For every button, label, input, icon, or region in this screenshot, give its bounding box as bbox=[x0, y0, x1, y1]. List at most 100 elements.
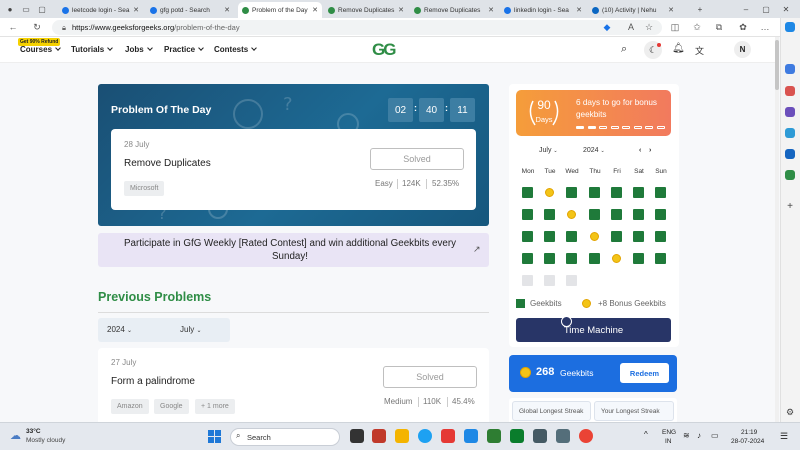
translate-icon[interactable]: 文 bbox=[695, 44, 704, 57]
close-tab-icon[interactable]: ✕ bbox=[488, 6, 494, 14]
wifi-icon[interactable]: ≋ bbox=[683, 431, 690, 440]
new-tab-icon[interactable]: + bbox=[694, 3, 706, 15]
scrollbar-thumb[interactable] bbox=[775, 40, 779, 90]
close-tab-icon[interactable]: ✕ bbox=[398, 6, 404, 14]
weather-cloud-icon[interactable]: ☁ bbox=[10, 429, 21, 442]
close-tab-icon[interactable]: ✕ bbox=[312, 6, 318, 14]
prev-month-icon[interactable]: ‹ bbox=[639, 147, 641, 154]
clock-time[interactable]: 21:19 bbox=[741, 429, 757, 436]
calendar-day-solved[interactable] bbox=[589, 253, 600, 264]
app-icon[interactable] bbox=[372, 429, 386, 443]
company-tag[interactable]: Google bbox=[154, 399, 189, 414]
redeem-button[interactable]: Redeem bbox=[620, 363, 669, 383]
calendar-day-bonus[interactable] bbox=[567, 210, 576, 219]
app-icon[interactable] bbox=[556, 429, 570, 443]
back-icon[interactable]: ← bbox=[6, 20, 20, 34]
nav-tutorials[interactable]: Tutorials bbox=[71, 45, 114, 54]
calendar-day-solved[interactable] bbox=[544, 231, 555, 242]
add-sidebar-icon[interactable]: + bbox=[785, 202, 795, 212]
office-icon[interactable] bbox=[785, 170, 795, 180]
url-field[interactable]: 🔒︎ https://www.geeksforgeeks.org/problem… bbox=[52, 20, 662, 35]
more-menu-icon[interactable]: … bbox=[758, 20, 772, 34]
workspaces-icon[interactable]: ▭ bbox=[20, 3, 32, 15]
solved-button[interactable]: Solved bbox=[383, 366, 477, 388]
app-icon[interactable] bbox=[533, 429, 547, 443]
battery-icon[interactable]: ▭ bbox=[711, 431, 719, 440]
calendar-year-select[interactable]: 2024 ⌄ bbox=[583, 147, 605, 154]
calendar-day-solved[interactable] bbox=[522, 253, 533, 264]
calendar-day-solved[interactable] bbox=[655, 253, 666, 264]
tools-icon[interactable] bbox=[785, 107, 795, 117]
calendar-day-bonus[interactable] bbox=[545, 188, 554, 197]
close-window-icon[interactable]: ✕ bbox=[780, 3, 792, 15]
calendar-day-solved[interactable] bbox=[633, 231, 644, 242]
task-view-icon[interactable] bbox=[350, 429, 364, 443]
store-icon[interactable] bbox=[510, 429, 524, 443]
bell-icon[interactable]: 🔔︎ bbox=[672, 43, 685, 54]
region[interactable]: IN bbox=[665, 438, 672, 445]
browser-tab[interactable]: Remove Duplicates ✕ bbox=[324, 2, 408, 18]
calendar-month-select[interactable]: July ⌄ bbox=[539, 147, 558, 154]
browser-tab[interactable]: Remove Duplicates ✕ bbox=[410, 2, 498, 18]
calendar-day-solved[interactable] bbox=[522, 187, 533, 198]
volume-icon[interactable]: ♪ bbox=[697, 431, 701, 440]
calendar-day-solved[interactable] bbox=[566, 253, 577, 264]
company-tag[interactable]: Amazon bbox=[111, 399, 149, 414]
next-month-icon[interactable]: › bbox=[649, 147, 651, 154]
calendar-day-solved[interactable] bbox=[566, 187, 577, 198]
calendar-day-empty[interactable] bbox=[566, 275, 577, 286]
shopping-icon[interactable] bbox=[785, 86, 795, 96]
split-screen-icon[interactable]: ◫ bbox=[668, 20, 682, 34]
gfg-logo[interactable]: GG bbox=[372, 40, 396, 60]
collections-icon[interactable]: ⧉ bbox=[712, 20, 726, 34]
browser-tab[interactable]: (10) Activity | Nehu ✕ bbox=[588, 2, 678, 18]
calendar-day-solved[interactable] bbox=[633, 187, 644, 198]
app-icon[interactable] bbox=[487, 429, 501, 443]
tray-chevron-icon[interactable]: ^ bbox=[644, 430, 648, 439]
edge-icon[interactable] bbox=[418, 429, 432, 443]
calendar-day-solved[interactable] bbox=[589, 209, 600, 220]
time-machine-button[interactable]: Time Machine bbox=[516, 318, 671, 342]
avatar[interactable]: N bbox=[734, 41, 751, 58]
calendar-day-solved[interactable] bbox=[566, 231, 577, 242]
calendar-day-empty[interactable] bbox=[544, 275, 555, 286]
outlook-icon[interactable] bbox=[785, 149, 795, 159]
copilot-icon[interactable] bbox=[785, 22, 795, 32]
browser-tab[interactable]: Problem of the Day ✕ bbox=[238, 2, 322, 18]
close-tab-icon[interactable]: ✕ bbox=[668, 6, 674, 14]
browser-tab[interactable]: leetcode login - Sea ✕ bbox=[58, 2, 143, 18]
company-tag[interactable]: Microsoft bbox=[124, 181, 165, 196]
nav-practice[interactable]: Practice bbox=[164, 45, 204, 54]
problem-title[interactable]: Form a palindrome bbox=[111, 376, 195, 387]
read-aloud-icon[interactable]: A bbox=[624, 20, 638, 34]
maximize-icon[interactable]: ▢ bbox=[760, 3, 772, 15]
calendar-day-solved[interactable] bbox=[655, 187, 666, 198]
sidebar-app-icon[interactable] bbox=[785, 64, 795, 74]
extensions-icon[interactable]: ✿ bbox=[736, 20, 750, 34]
favorite-star-icon[interactable]: ☆ bbox=[642, 20, 656, 34]
page-scrollbar[interactable] bbox=[775, 37, 779, 422]
browser-tab[interactable]: linkedin login - Sea ✕ bbox=[500, 2, 586, 18]
previous-problem-card[interactable] bbox=[98, 348, 489, 428]
calendar-day-solved[interactable] bbox=[589, 187, 600, 198]
nav-jobs[interactable]: Jobs bbox=[125, 45, 153, 54]
chrome-icon[interactable] bbox=[579, 429, 593, 443]
calendar-day-bonus[interactable] bbox=[612, 254, 621, 263]
calendar-day-solved[interactable] bbox=[611, 209, 622, 220]
external-link-icon[interactable]: ↗ bbox=[473, 244, 481, 255]
taskbar-search[interactable]: Search bbox=[230, 428, 340, 446]
tab-actions-icon[interactable]: ▢ bbox=[36, 3, 48, 15]
calendar-day-solved[interactable] bbox=[544, 209, 555, 220]
nav-contests[interactable]: Contests bbox=[214, 45, 258, 54]
favorites-icon[interactable]: ✩ bbox=[690, 20, 704, 34]
calendar-day-solved[interactable] bbox=[522, 231, 533, 242]
clock-date[interactable]: 28-07-2024 bbox=[731, 438, 764, 445]
profile-icon[interactable]: ● bbox=[4, 3, 16, 15]
close-tab-icon[interactable]: ✕ bbox=[224, 6, 230, 14]
calendar-day-solved[interactable] bbox=[633, 209, 644, 220]
potd-solved-button[interactable]: Solved bbox=[370, 148, 464, 170]
games-icon[interactable] bbox=[785, 128, 795, 138]
shield-icon[interactable]: ◆ bbox=[600, 20, 614, 34]
search-icon[interactable]: ⌕ bbox=[621, 43, 627, 56]
windows-start-icon[interactable] bbox=[208, 430, 222, 444]
